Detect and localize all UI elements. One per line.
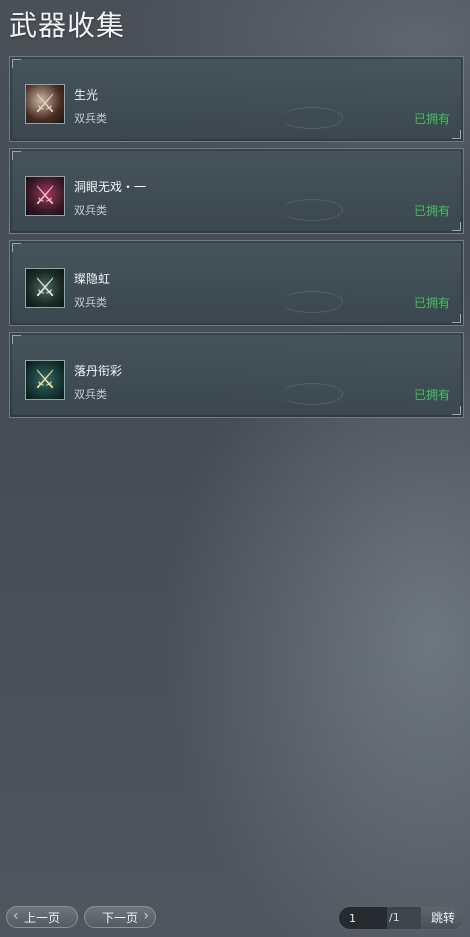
page-jump-control: /1 跳转 [338,906,464,930]
weapon-name: 落丹衔彩 [74,364,123,378]
twin-blade-icon: ⚔ [25,360,65,400]
next-page-button[interactable]: 下一页 › [84,906,156,928]
owned-status: 已拥有 [413,388,450,402]
prev-page-label: 上一页 [23,910,60,925]
weapon-list: ⚔ 生光 双兵类 已拥有 ⚔ 洞眼无戏・一 双兵类 已拥有 ⚔ 璨隐虹 双兵类 … [9,56,464,424]
owned-status: 已拥有 [413,296,450,310]
owned-status: 已拥有 [413,112,450,126]
weapon-name: 生光 [74,88,99,102]
decorative-swirl [281,199,343,221]
decorative-swirl [281,383,343,405]
weapon-card[interactable]: ⚔ 洞眼无戏・一 双兵类 已拥有 [9,148,464,234]
next-page-label: 下一页 [101,910,138,925]
weapon-type: 双兵类 [74,112,107,125]
weapon-type: 双兵类 [74,204,107,217]
weapon-card[interactable]: ⚔ 璨隐虹 双兵类 已拥有 [9,240,464,326]
twin-blade-icon: ⚔ [25,84,65,124]
decorative-swirl [281,291,343,313]
chevron-left-icon: ‹ [13,908,19,924]
owned-status: 已拥有 [413,204,450,218]
weapon-name: 洞眼无戏・一 [74,180,147,194]
weapon-type: 双兵类 [74,388,107,401]
page-title: 武器收集 [9,9,126,42]
twin-blade-icon: ⚔ [25,176,65,216]
prev-page-button[interactable]: ‹ 上一页 [6,906,78,928]
page-total: /1 [387,907,423,929]
page-number-input[interactable] [339,907,389,929]
jump-button[interactable]: 跳转 [421,907,463,929]
weapon-name: 璨隐虹 [74,272,111,286]
decorative-swirl [281,107,343,129]
weapon-card[interactable]: ⚔ 生光 双兵类 已拥有 [9,56,464,142]
twin-blade-icon: ⚔ [25,268,65,308]
weapon-type: 双兵类 [74,296,107,309]
weapon-card[interactable]: ⚔ 落丹衔彩 双兵类 已拥有 [9,332,464,418]
chevron-right-icon: › [143,908,149,924]
